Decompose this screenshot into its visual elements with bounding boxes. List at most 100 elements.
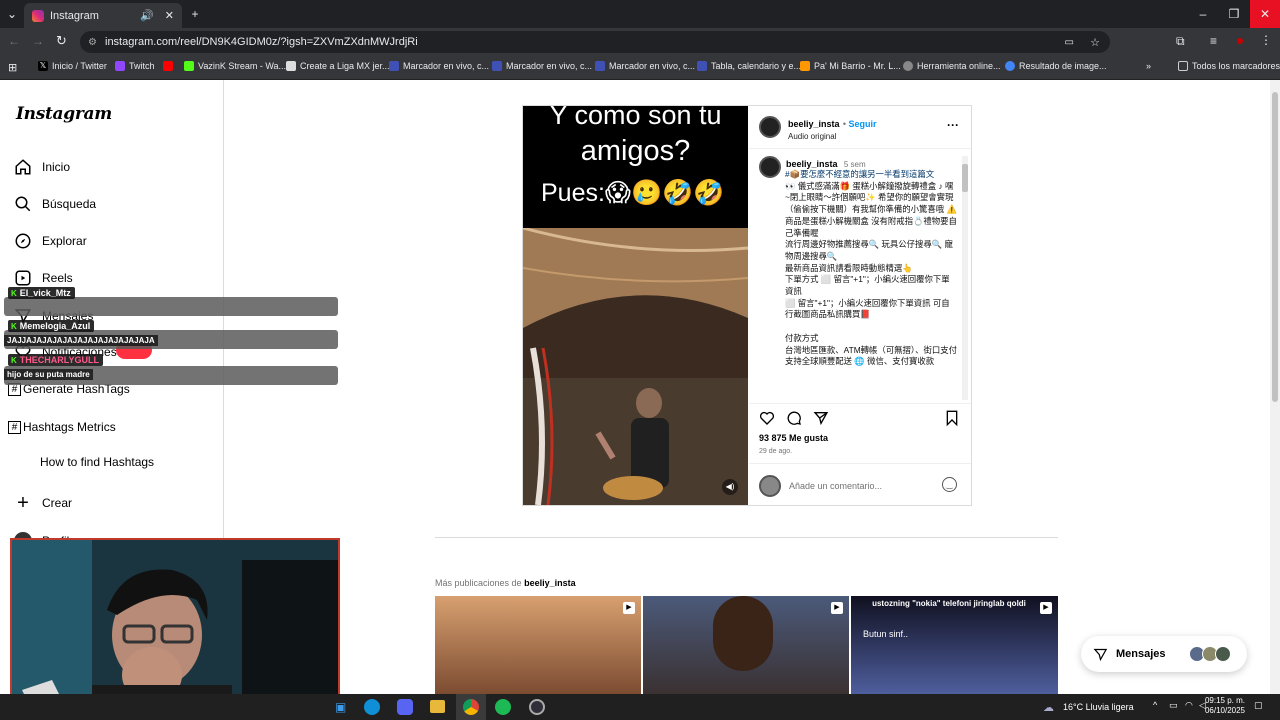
bookmark-item[interactable]: VazinK Stream - Wa... — [184, 61, 286, 71]
sidebar-item-explorar[interactable]: Explorar — [14, 232, 87, 250]
avatar[interactable] — [759, 156, 781, 178]
caption-body: 👀 儀式感滿滿🎁 蛋糕小解鐘撥旋轉禮盒 ♪ 嘿~閉上眼睛～許個願吧✨ 希望你的願… — [785, 180, 957, 367]
reload-icon[interactable]: ↻ — [56, 33, 67, 49]
extensions-icon[interactable]: ⧉ — [1176, 34, 1185, 49]
instagram-logo[interactable]: Instagram — [16, 104, 112, 124]
chat-username: K Memelogia_Azul — [8, 320, 95, 332]
spotify-icon[interactable] — [495, 699, 511, 715]
caption-scrollbar[interactable] — [962, 156, 968, 400]
like-heart-icon[interactable] — [759, 410, 775, 426]
reel-icon: ▶ — [1040, 602, 1052, 614]
clock[interactable]: 09:15 p. m. 06/10/2025 — [1203, 696, 1245, 716]
bookmark-item[interactable]: Twitch — [115, 61, 155, 71]
chat-overlay-bar — [4, 297, 338, 316]
back-icon[interactable]: ← — [8, 34, 20, 48]
obs-icon[interactable] — [529, 699, 545, 715]
scrollbar-thumb[interactable] — [1272, 92, 1278, 402]
page-scrollbar[interactable] — [1270, 80, 1280, 694]
bookmark-item[interactable]: Tabla, calendario y e... — [697, 61, 801, 71]
tab-close-icon[interactable]: ✕ — [165, 9, 174, 22]
hashtags-metrics[interactable]: # Hashtags Metrics — [8, 420, 116, 434]
sidebar-item-busqueda[interactable]: Búsqueda — [14, 195, 96, 213]
bookmark-item[interactable]: 𝕏 Inicio / Twitter — [38, 61, 107, 71]
bookmark-item[interactable]: Pa' Mi Barrio - Mr. L... — [800, 61, 901, 71]
comment-icon[interactable] — [786, 410, 802, 426]
likes-count[interactable]: 93 875 Me gusta — [759, 433, 828, 443]
discord-icon[interactable] — [397, 699, 413, 715]
close-window-icon[interactable]: ✕ — [1250, 0, 1280, 28]
music-icon — [800, 61, 810, 71]
hashtag-icon: # — [8, 420, 21, 434]
comment-input[interactable]: Añade un comentario... — [789, 481, 934, 491]
volume-icon[interactable]: ◀) — [722, 479, 738, 495]
cast-icon[interactable]: ▭ — [1065, 37, 1074, 48]
comment-username[interactable]: beeliy_insta — [786, 159, 838, 169]
new-tab-icon[interactable]: + — [180, 0, 210, 28]
tab-list-icon[interactable]: ⌄ — [0, 0, 24, 28]
file-explorer-icon[interactable] — [430, 700, 445, 713]
clock-time: 09:15 p. m. — [1204, 696, 1245, 705]
avatar — [759, 475, 781, 497]
media-control-icon[interactable]: ≡ — [1210, 34, 1217, 48]
sidebar-item-reels[interactable]: Reels — [14, 269, 73, 287]
forward-icon[interactable]: → — [32, 34, 44, 48]
minimize-icon[interactable]: – — [1188, 0, 1218, 28]
bookmark-item[interactable]: Resultado de image... — [1005, 61, 1107, 71]
comment-header: beeliy_insta 5 sem — [786, 156, 866, 170]
bookmark-item[interactable]: Marcador en vivo, c... — [595, 61, 695, 71]
wifi-icon[interactable]: ◠ — [1185, 700, 1193, 711]
url-input[interactable]: ⚙ instagram.com/reel/DN9K4GIDM0z/?igsh=Z… — [80, 31, 1110, 53]
bookmark-star-icon[interactable]: ☆ — [1090, 36, 1100, 49]
taskbar-app-icon[interactable]: ▣ — [335, 700, 346, 714]
bookmark-item[interactable]: Create a Liga MX jer... — [286, 61, 390, 71]
chat-message: hijo de su puta madre — [4, 369, 93, 380]
emoji-icon[interactable]: ‿ — [942, 477, 957, 492]
share-icon[interactable] — [813, 410, 829, 426]
tab-instagram[interactable]: Instagram 🔊 ✕ — [24, 3, 182, 28]
bookmarks-overflow-icon[interactable]: » — [1146, 61, 1151, 71]
more-posts-username[interactable]: beeliy_insta — [524, 578, 576, 588]
reel-icon: ▶ — [623, 602, 635, 614]
score-icon — [595, 61, 605, 71]
edge-icon[interactable] — [364, 699, 380, 715]
menu-icon[interactable]: ⋮ — [1260, 33, 1272, 47]
thumbnail-subcaption: Butun sinf.. — [863, 629, 909, 639]
more-options-icon[interactable]: ··· — [947, 118, 959, 132]
weather-text[interactable]: 16°C Lluvia ligera — [1063, 702, 1134, 712]
sidebar-item-inicio[interactable]: Inicio — [14, 158, 70, 176]
chat-username: K THECHARLYGULL — [8, 354, 103, 366]
network-icon[interactable]: ▭ — [1169, 700, 1178, 711]
divider — [749, 148, 971, 149]
notifications-icon[interactable]: ▢ — [1254, 700, 1263, 711]
bookmark-item[interactable]: Marcador en vivo, c... — [492, 61, 592, 71]
how-to-find-hashtags[interactable]: How to find Hashtags — [40, 455, 154, 469]
reel-video[interactable]: Y como son tu amigos? Pues:😱🥲🤣🤣 ◀) — [523, 106, 748, 505]
bookmark-item[interactable]: Marcador en vivo, c... — [389, 61, 489, 71]
avatar[interactable] — [759, 116, 781, 138]
tray-chevron-icon[interactable]: ^ — [1153, 700, 1157, 710]
bookmark-item[interactable] — [163, 61, 173, 71]
x-icon: 𝕏 — [38, 61, 48, 71]
post-modal: Y como son tu amigos? Pues:😱🥲🤣🤣 ◀) beeli… — [522, 105, 972, 506]
sidebar-item-crear[interactable]: + Crear — [14, 493, 72, 513]
caption-hashtag-link[interactable]: #📦要怎麼不經意的讓另一半看到這篇文 — [785, 169, 934, 179]
apps-icon[interactable]: ⊞ — [8, 61, 17, 74]
save-bookmark-icon[interactable] — [945, 410, 959, 426]
messages-button[interactable]: Mensajes — [1081, 636, 1247, 672]
chrome-icon[interactable] — [463, 699, 479, 715]
audio-label[interactable]: Audio original — [788, 132, 877, 141]
comment-time: 5 sem — [843, 160, 866, 169]
profile-icon[interactable] — [1237, 38, 1243, 44]
speaker-icon[interactable]: 🔊 — [140, 9, 154, 22]
post-username[interactable]: beeliy_insta — [788, 119, 840, 129]
post-thumbnail[interactable]: ▶ — [643, 596, 849, 694]
all-bookmarks[interactable]: Todos los marcadores — [1178, 61, 1280, 71]
post-thumbnail[interactable]: ustozning "nokia" telefoni jiringlab qol… — [851, 596, 1058, 694]
maximize-icon[interactable]: ❐ — [1219, 0, 1249, 28]
bookmark-item[interactable]: Herramienta online... — [903, 61, 1001, 71]
messages-icon — [1093, 648, 1108, 661]
site-info-icon[interactable]: ⚙ — [88, 37, 97, 48]
post-thumbnail[interactable]: ▶ — [435, 596, 641, 694]
follow-button[interactable]: Seguir — [849, 119, 877, 129]
scrollbar-thumb[interactable] — [962, 164, 968, 192]
